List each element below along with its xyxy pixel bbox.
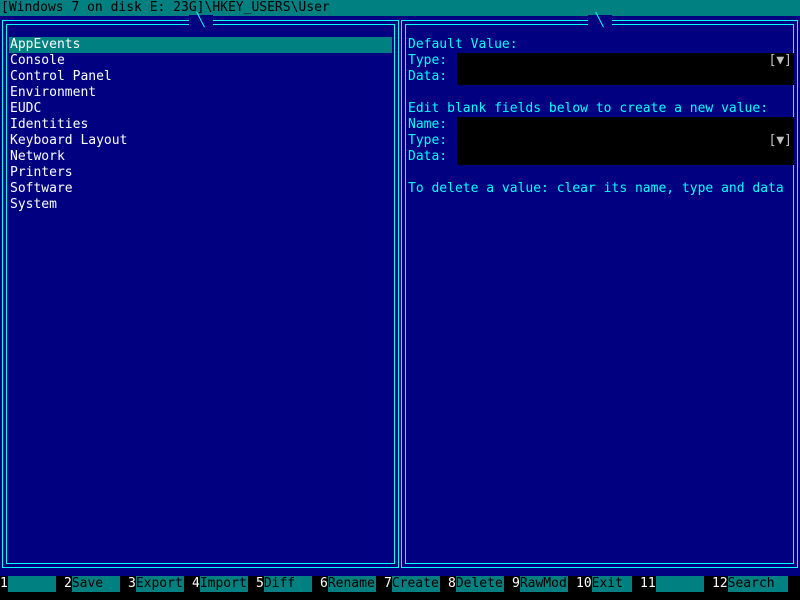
keys-panel: ╲ AppEvents Console Control Panel Environme… — [2, 14, 399, 568]
fkey-label: Import — [199, 576, 248, 592]
key-item[interactable]: Printers — [9, 165, 392, 181]
fkey-7-button[interactable]: 7 Create — [384, 576, 440, 592]
fkey-number: 1 — [0, 576, 8, 591]
title-bar: [Windows 7 on disk E: 23G]\HKEY_USERS\Us… — [0, 0, 800, 16]
key-item[interactable]: Network — [9, 149, 392, 165]
fkey-number: 5 — [256, 576, 264, 591]
default-value-heading: Default Value: — [408, 37, 518, 52]
fkey-6-button[interactable]: 6 Rename — [320, 576, 376, 592]
fkey-label: Diff — [263, 576, 312, 592]
main-screen: ╲ AppEvents Console Control Panel Environme… — [0, 14, 800, 576]
fkey-11-button[interactable]: 11 — [640, 576, 704, 592]
fkey-number: 3 — [128, 576, 136, 591]
fkey-number: 7 — [384, 576, 392, 591]
function-key-bar: 1 2 Save 3 Export 4 Import 5 Diff 6 Rename 7 Create 8… — [0, 576, 800, 592]
fkey-label: Delete — [455, 576, 504, 592]
fkey-label: Rename — [327, 576, 376, 592]
fkey-4-button[interactable]: 4 Import — [192, 576, 248, 592]
key-list: AppEvents Console Control Panel Environment… — [9, 37, 392, 213]
new-name-label: Name: — [408, 117, 448, 132]
key-item[interactable]: Console — [9, 53, 392, 69]
new-name-input[interactable] — [457, 117, 794, 133]
new-data-input[interactable] — [457, 149, 794, 165]
key-item[interactable]: AppEvents — [9, 37, 392, 53]
fkey-label — [655, 576, 704, 592]
fkey-number: 11 — [640, 576, 656, 591]
key-item[interactable]: Control Panel — [9, 69, 392, 85]
fkey-number: 9 — [512, 576, 520, 591]
fkey-1-button[interactable]: 1 — [0, 576, 56, 592]
fkey-label — [7, 576, 56, 592]
fkey-number: 4 — [192, 576, 200, 591]
default-data-input[interactable] — [457, 69, 794, 85]
default-type-select[interactable]: [▼] — [457, 53, 794, 69]
panel-marker-icon: ╲ — [188, 14, 213, 27]
fkey-label: Exit — [591, 576, 632, 592]
fkey-label: Create — [391, 576, 440, 592]
panel-marker-icon: ╲ — [587, 14, 612, 27]
fkey-label: RawMod — [519, 576, 568, 592]
dropdown-arrow-icon[interactable]: [▼] — [769, 53, 792, 69]
key-item[interactable]: System — [9, 197, 392, 213]
fkey-number: 8 — [448, 576, 456, 591]
new-value-heading: Edit blank fields below to create a new … — [408, 101, 769, 116]
fkey-10-button[interactable]: 10 Exit — [576, 576, 632, 592]
fkey-5-button[interactable]: 5 Diff — [256, 576, 312, 592]
values-panel: ╲ Default Value: Type: [▼] Data: Edit bl… — [401, 14, 798, 568]
key-item[interactable]: Keyboard Layout — [9, 133, 392, 149]
fkey-8-button[interactable]: 8 Delete — [448, 576, 504, 592]
new-type-select[interactable]: [▼] — [457, 133, 794, 149]
fkey-label: Search — [727, 576, 788, 592]
key-item[interactable]: Identities — [9, 117, 392, 133]
fkey-9-button[interactable]: 9 RawMod — [512, 576, 568, 592]
dropdown-arrow-icon[interactable]: [▼] — [769, 133, 792, 149]
fkey-number: 10 — [576, 576, 592, 591]
delete-hint: To delete a value: clear its name, type … — [408, 181, 784, 196]
new-type-label: Type: — [408, 133, 448, 148]
fkey-number: 12 — [712, 576, 728, 591]
fkey-12-button[interactable]: 12 Search — [712, 576, 788, 592]
default-data-label: Data: — [408, 69, 448, 84]
fkey-number: 6 — [320, 576, 328, 591]
fkey-number: 2 — [64, 576, 72, 591]
new-data-label: Data: — [408, 149, 448, 164]
fkey-label: Export — [135, 576, 184, 592]
key-item[interactable]: EUDC — [9, 101, 392, 117]
fkey-label: Save — [71, 576, 120, 592]
key-item[interactable]: Environment — [9, 85, 392, 101]
default-type-label: Type: — [408, 53, 448, 68]
fkey-3-button[interactable]: 3 Export — [128, 576, 184, 592]
key-item[interactable]: Software — [9, 181, 392, 197]
fkey-2-button[interactable]: 2 Save — [64, 576, 120, 592]
